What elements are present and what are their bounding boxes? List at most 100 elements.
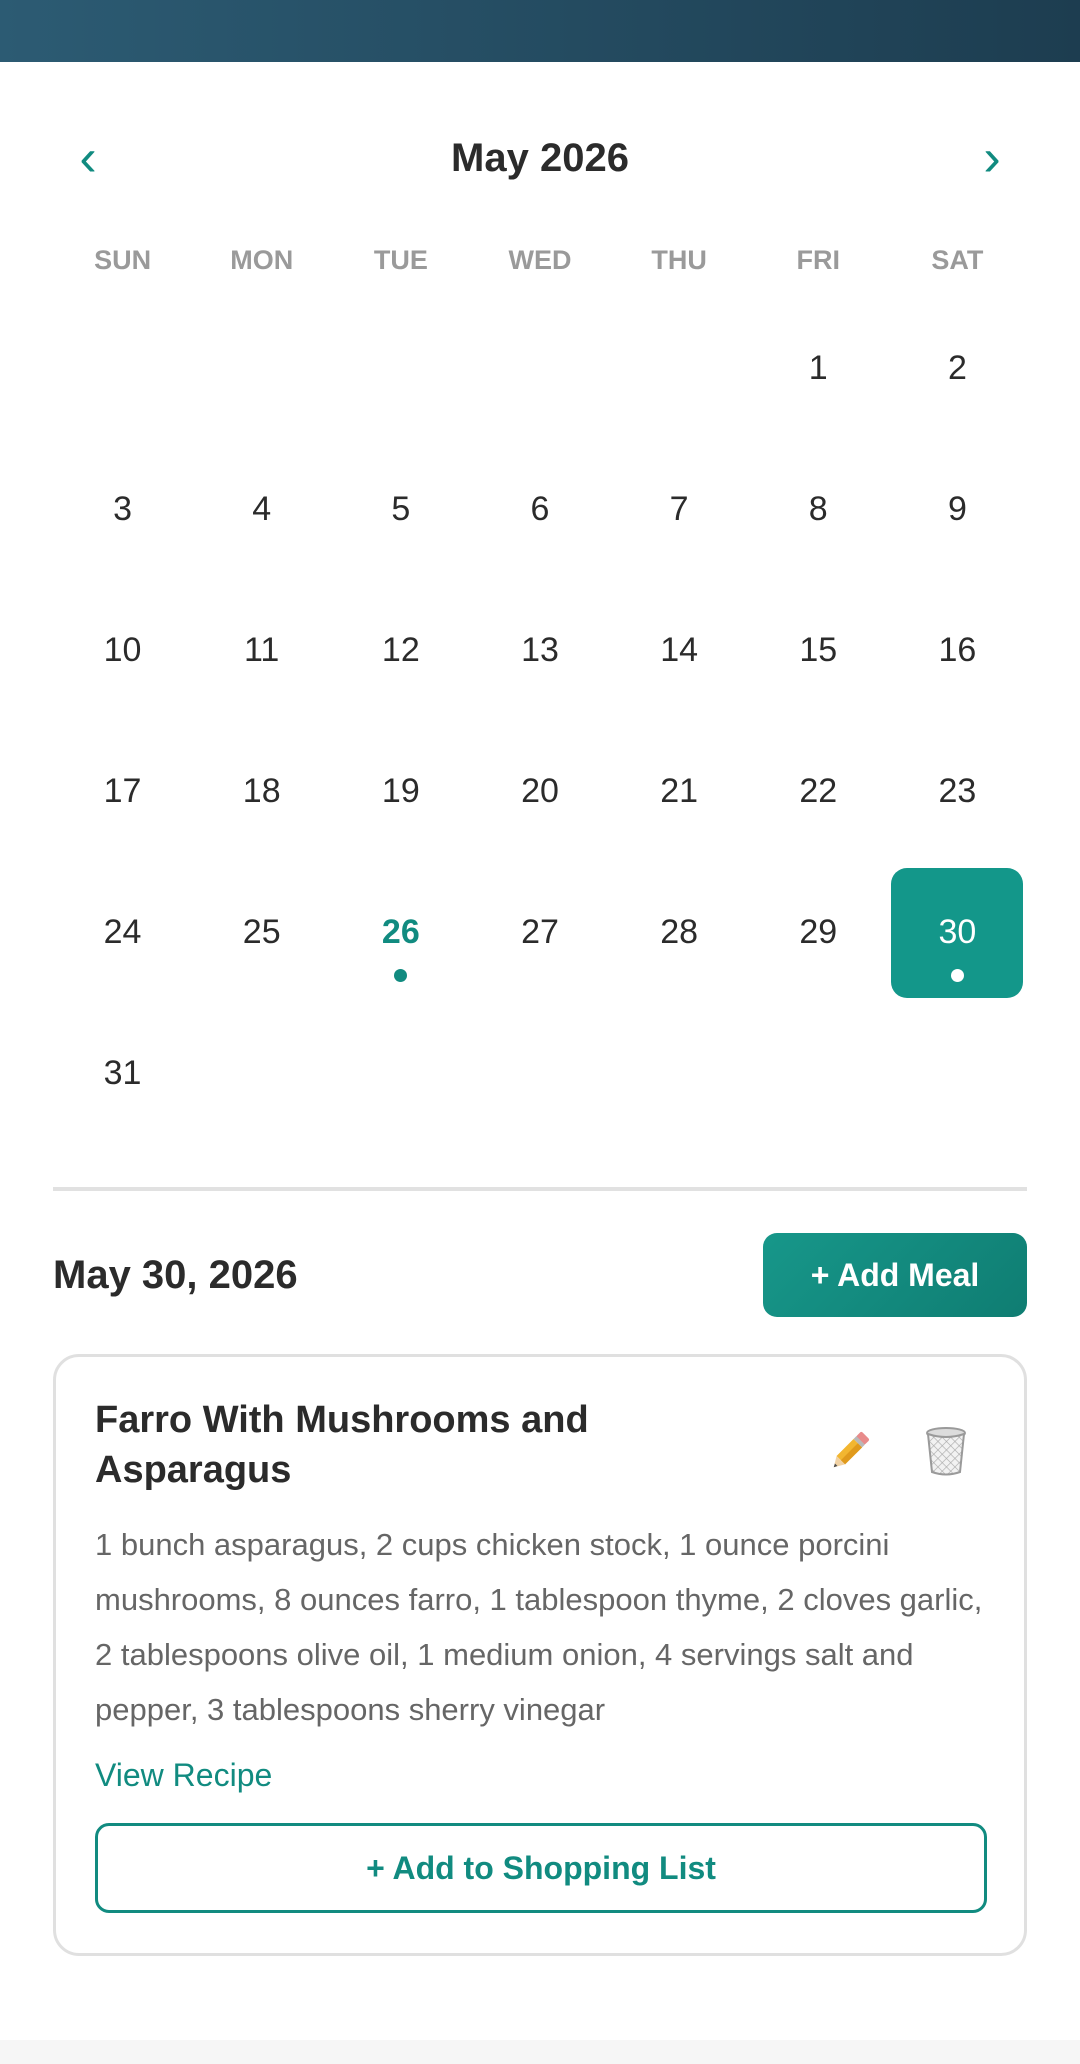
empty-day-cell (53, 298, 192, 439)
day-number: 5 (391, 490, 411, 528)
day-number: 28 (660, 913, 699, 951)
day-number: 31 (103, 1054, 142, 1092)
calendar-day-14[interactable]: 14 (613, 586, 745, 716)
calendar-day-3[interactable]: 3 (57, 445, 189, 575)
day-number: 29 (799, 913, 838, 951)
calendar-day-25[interactable]: 25 (196, 868, 328, 998)
calendar-day-8[interactable]: 8 (752, 445, 884, 575)
calendar-day-cell: 22 (749, 721, 888, 862)
calendar-day-cell: 5 (331, 439, 470, 580)
day-number: 27 (521, 913, 559, 951)
day-number: 2 (947, 349, 967, 387)
day-number: 25 (242, 913, 281, 951)
day-number: 15 (799, 631, 838, 669)
weekday-label: MON (230, 245, 294, 275)
trash-icon[interactable] (914, 1419, 978, 1483)
calendar-day-cell: 1 (749, 298, 888, 439)
calendar-day-9[interactable]: 9 (891, 445, 1023, 575)
calendar-day-30[interactable]: 30 (891, 867, 1024, 998)
calendar-day-2[interactable]: 2 (891, 304, 1023, 434)
calendar-day-28[interactable]: 28 (613, 868, 745, 998)
day-number: 3 (113, 490, 133, 528)
day-number: 19 (381, 772, 420, 810)
calendar-day-1[interactable]: 1 (752, 304, 884, 434)
calendar-day-19[interactable]: 19 (335, 727, 467, 857)
calendar-day-18[interactable]: 18 (196, 727, 328, 857)
next-month-button[interactable]: › (957, 120, 1027, 196)
meal-indicator-dot (950, 968, 964, 982)
calendar-day-6[interactable]: 6 (474, 445, 606, 575)
calendar-day-27[interactable]: 27 (474, 868, 606, 998)
day-number: 16 (938, 631, 977, 669)
calendar-day-cell: 21 (610, 721, 749, 862)
empty-day-cell (610, 298, 749, 439)
day-number: 7 (669, 490, 689, 528)
weekday-label: THU (651, 245, 707, 275)
calendar-day-cell: 6 (470, 439, 609, 580)
section-divider (53, 1187, 1027, 1191)
calendar-day-10[interactable]: 10 (57, 586, 189, 716)
day-number: 10 (103, 631, 142, 669)
meal-card: Farro With Mushrooms and Asparagus 1 bun… (53, 1354, 1027, 1956)
calendar-day-31[interactable]: 31 (57, 1009, 189, 1139)
calendar-day-21[interactable]: 21 (613, 727, 745, 857)
calendar-day-13[interactable]: 13 (474, 586, 606, 716)
day-number: 11 (244, 631, 280, 669)
calendar-day-cell: 24 (53, 862, 192, 1003)
calendar-day-20[interactable]: 20 (474, 727, 606, 857)
day-number: 20 (521, 772, 559, 810)
month-title: May 2026 (451, 135, 629, 180)
calendar-day-cell: 25 (192, 862, 331, 1003)
calendar-day-cell: 19 (331, 721, 470, 862)
calendar-day-cell: 3 (53, 439, 192, 580)
day-number: 17 (103, 772, 142, 810)
meal-title: Farro With Mushrooms and Asparagus (95, 1399, 589, 1491)
calendar-day-12[interactable]: 12 (335, 586, 467, 716)
calendar-day-cell: 10 (53, 580, 192, 721)
calendar-day-cell: 26 (331, 862, 470, 1003)
weekday-label: WED (508, 245, 572, 275)
calendar-day-23[interactable]: 23 (891, 727, 1023, 857)
weekday-label: FRI (796, 245, 841, 275)
calendar-day-cell: 8 (749, 439, 888, 580)
calendar-day-cell: 17 (53, 721, 192, 862)
calendar-day-24[interactable]: 24 (57, 868, 189, 998)
meal-ingredients: 1 bunch asparagus, 2 cups chicken stock,… (95, 1527, 983, 1727)
day-number: 26 (381, 913, 420, 951)
pencil-icon[interactable] (818, 1419, 882, 1483)
calendar-day-22[interactable]: 22 (752, 727, 884, 857)
calendar-day-29[interactable]: 29 (752, 868, 884, 998)
view-recipe-link[interactable]: View Recipe (95, 1753, 272, 1797)
weekday-label: SUN (94, 245, 152, 275)
calendar-day-cell: 14 (610, 580, 749, 721)
calendar-day-cell: 28 (610, 862, 749, 1003)
empty-day-cell (331, 298, 470, 439)
day-number: 22 (799, 772, 838, 810)
bottom-edge (0, 2040, 1080, 2064)
day-number: 14 (660, 631, 699, 669)
day-number: 4 (252, 490, 272, 528)
day-number: 6 (530, 490, 550, 528)
day-number: 24 (103, 913, 142, 951)
day-number: 13 (521, 631, 559, 669)
empty-day-cell (192, 298, 331, 439)
calendar-day-16[interactable]: 16 (891, 586, 1023, 716)
calendar-day-4[interactable]: 4 (196, 445, 328, 575)
calendar-day-cell: 15 (749, 580, 888, 721)
weekday-label: TUE (373, 245, 428, 275)
calendar-day-15[interactable]: 15 (752, 586, 884, 716)
calendar-day-grid: 1 2 3 4 5 6 7 8 9 10 11 12 13 14 15 16 17 18 19 20 21 22 23 24 2… (53, 298, 1027, 1144)
calendar-day-7[interactable]: 7 (613, 445, 745, 575)
calendar-day-26[interactable]: 26 (335, 868, 467, 998)
add-to-shopping-list-button[interactable]: + Add to Shopping List (95, 1823, 987, 1913)
calendar-day-cell: 11 (192, 580, 331, 721)
add-meal-button[interactable]: + Add Meal (763, 1233, 1027, 1317)
calendar-day-11[interactable]: 11 (196, 586, 328, 716)
calendar-day-17[interactable]: 17 (57, 727, 189, 857)
calendar-day-cell: 27 (470, 862, 609, 1003)
calendar-day-cell: 4 (192, 439, 331, 580)
calendar-day-5[interactable]: 5 (335, 445, 467, 575)
day-number: 8 (808, 490, 828, 528)
day-number: 21 (660, 772, 699, 810)
calendar-day-cell: 31 (53, 1003, 192, 1144)
